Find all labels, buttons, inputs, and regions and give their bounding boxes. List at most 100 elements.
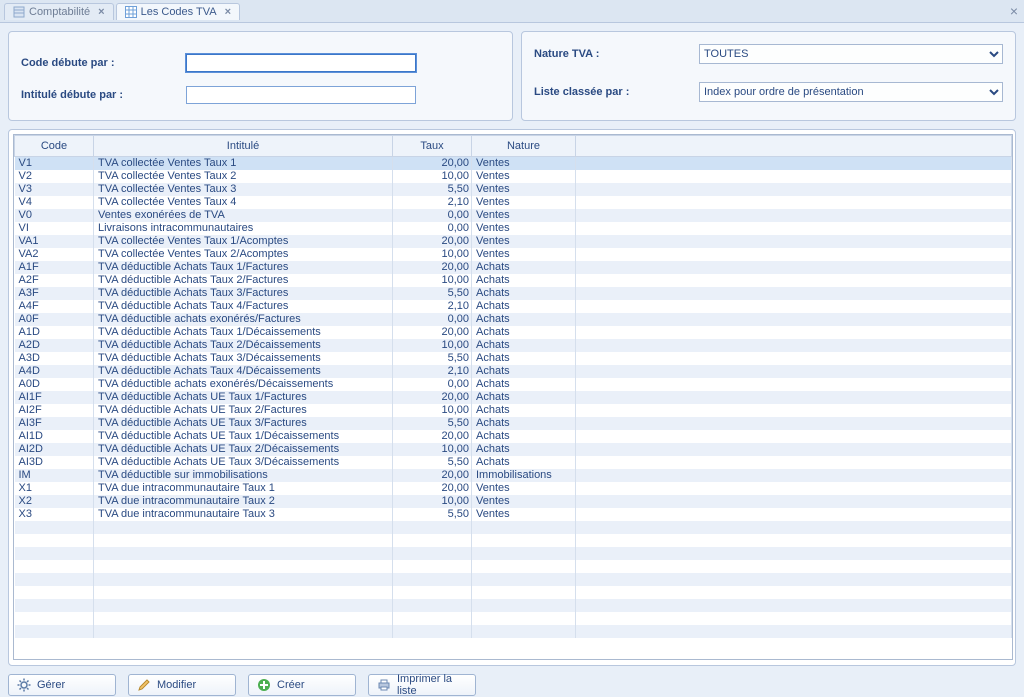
table-row[interactable]: A1FTVA déductible Achats Taux 1/Factures… xyxy=(15,261,1012,274)
cell-code: X3 xyxy=(15,508,94,521)
button-label: Gérer xyxy=(37,679,65,691)
table-row[interactable]: A0DTVA déductible achats exonérés/Décais… xyxy=(15,378,1012,391)
code-debute-input[interactable] xyxy=(186,54,416,72)
cell-spacer xyxy=(576,404,1012,417)
table-row[interactable]: IMTVA déductible sur immobilisations20,0… xyxy=(15,469,1012,482)
cell-nature: Achats xyxy=(472,326,576,339)
field-nature-tva: Nature TVA : TOUTES xyxy=(534,44,1003,64)
table-row[interactable]: A2FTVA déductible Achats Taux 2/Factures… xyxy=(15,274,1012,287)
cell-taux: 5,50 xyxy=(393,456,472,469)
cell-empty xyxy=(94,521,393,534)
table-row[interactable]: A3DTVA déductible Achats Taux 3/Décaisse… xyxy=(15,352,1012,365)
cell-empty xyxy=(576,534,1012,547)
table-row[interactable]: VA2TVA collectée Ventes Taux 2/Acomptes1… xyxy=(15,248,1012,261)
table-row[interactable]: A4DTVA déductible Achats Taux 4/Décaisse… xyxy=(15,365,1012,378)
table-row[interactable]: AI3FTVA déductible Achats UE Taux 3/Fact… xyxy=(15,417,1012,430)
cell-code: AI3F xyxy=(15,417,94,430)
intitule-debute-input[interactable] xyxy=(186,86,416,104)
table-row[interactable]: A4FTVA déductible Achats Taux 4/Factures… xyxy=(15,300,1012,313)
creer-button[interactable]: Créer xyxy=(248,674,356,696)
col-intitule[interactable]: Intitulé xyxy=(94,136,393,157)
cell-empty xyxy=(94,534,393,547)
cell-empty xyxy=(393,521,472,534)
cell-intitule: TVA déductible achats exonérés/Décaissem… xyxy=(94,378,393,391)
table-row[interactable]: A1DTVA déductible Achats Taux 1/Décaisse… xyxy=(15,326,1012,339)
content-area: Code débute par : Intitulé débute par : … xyxy=(0,23,1024,697)
cell-intitule: TVA déductible Achats Taux 2/Factures xyxy=(94,274,393,287)
table-row[interactable]: AI3DTVA déductible Achats UE Taux 3/Déca… xyxy=(15,456,1012,469)
table-row[interactable]: AI1DTVA déductible Achats UE Taux 1/Déca… xyxy=(15,430,1012,443)
window-close-icon[interactable]: × xyxy=(1010,3,1018,19)
col-code[interactable]: Code xyxy=(15,136,94,157)
cell-nature: Achats xyxy=(472,287,576,300)
table-row-empty xyxy=(15,573,1012,586)
cell-code: A1F xyxy=(15,261,94,274)
table-row[interactable]: X3TVA due intracommunautaire Taux 35,50V… xyxy=(15,508,1012,521)
cell-nature: Ventes xyxy=(472,209,576,222)
cell-spacer xyxy=(576,469,1012,482)
cell-nature: Achats xyxy=(472,313,576,326)
gerer-button[interactable]: Gérer xyxy=(8,674,116,696)
table-row[interactable]: A2DTVA déductible Achats Taux 2/Décaisse… xyxy=(15,339,1012,352)
cell-nature: Ventes xyxy=(472,170,576,183)
table-row-empty xyxy=(15,521,1012,534)
tva-grid[interactable]: Code Intitulé Taux Nature V1TVA collecté… xyxy=(13,134,1013,660)
tab-comptabilite[interactable]: Comptabilité × xyxy=(4,3,114,20)
table-row[interactable]: V1TVA collectée Ventes Taux 120,00Ventes xyxy=(15,157,1012,171)
table-row[interactable]: X1TVA due intracommunautaire Taux 120,00… xyxy=(15,482,1012,495)
cell-code: IM xyxy=(15,469,94,482)
tab-codes-tva[interactable]: Les Codes TVA × xyxy=(116,3,240,20)
table-row[interactable]: V4TVA collectée Ventes Taux 42,10Ventes xyxy=(15,196,1012,209)
intitule-debute-label: Intitulé débute par : xyxy=(21,89,186,101)
cell-empty xyxy=(94,560,393,573)
cell-code: A1D xyxy=(15,326,94,339)
close-icon[interactable]: × xyxy=(225,6,231,18)
cell-empty xyxy=(472,573,576,586)
table-row[interactable]: VA1TVA collectée Ventes Taux 1/Acomptes2… xyxy=(15,235,1012,248)
cell-code: A0F xyxy=(15,313,94,326)
cell-empty xyxy=(393,586,472,599)
table-row[interactable]: AI2FTVA déductible Achats UE Taux 2/Fact… xyxy=(15,404,1012,417)
table-row[interactable]: A3FTVA déductible Achats Taux 3/Factures… xyxy=(15,287,1012,300)
cell-spacer xyxy=(576,495,1012,508)
table-row[interactable]: A0FTVA déductible achats exonérés/Factur… xyxy=(15,313,1012,326)
cell-empty xyxy=(393,560,472,573)
cell-intitule: TVA collectée Ventes Taux 2/Acomptes xyxy=(94,248,393,261)
cell-empty xyxy=(393,599,472,612)
close-icon[interactable]: × xyxy=(98,6,104,18)
table-row[interactable]: AI2DTVA déductible Achats UE Taux 2/Déca… xyxy=(15,443,1012,456)
cell-empty xyxy=(94,625,393,638)
modifier-button[interactable]: Modifier xyxy=(128,674,236,696)
cell-taux: 0,00 xyxy=(393,222,472,235)
cell-nature: Ventes xyxy=(472,157,576,171)
cell-nature: Achats xyxy=(472,443,576,456)
table-row[interactable]: V2TVA collectée Ventes Taux 210,00Ventes xyxy=(15,170,1012,183)
tab-label: Les Codes TVA xyxy=(141,6,217,18)
cell-code: V4 xyxy=(15,196,94,209)
col-taux[interactable]: Taux xyxy=(393,136,472,157)
filter-panel-left: Code débute par : Intitulé débute par : xyxy=(8,31,513,121)
cell-nature: Achats xyxy=(472,339,576,352)
cell-code: A0D xyxy=(15,378,94,391)
liste-classee-select[interactable]: Index pour ordre de présentation xyxy=(699,82,1003,102)
table-row-empty xyxy=(15,547,1012,560)
cell-code: A4F xyxy=(15,300,94,313)
table-row[interactable]: X2TVA due intracommunautaire Taux 210,00… xyxy=(15,495,1012,508)
cell-empty xyxy=(576,599,1012,612)
cell-intitule: TVA collectée Ventes Taux 2 xyxy=(94,170,393,183)
cell-intitule: Ventes exonérées de TVA xyxy=(94,209,393,222)
col-nature[interactable]: Nature xyxy=(472,136,576,157)
table-row-empty xyxy=(15,560,1012,573)
tabs-bar: Comptabilité × Les Codes TVA × × xyxy=(0,0,1024,23)
cell-empty xyxy=(576,625,1012,638)
table-row[interactable]: V3TVA collectée Ventes Taux 35,50Ventes xyxy=(15,183,1012,196)
imprimer-button[interactable]: Imprimer la liste xyxy=(368,674,476,696)
cell-code: A3F xyxy=(15,287,94,300)
nature-tva-select[interactable]: TOUTES xyxy=(699,44,1003,64)
table-row[interactable]: V0Ventes exonérées de TVA0,00Ventes xyxy=(15,209,1012,222)
table-row[interactable]: AI1FTVA déductible Achats UE Taux 1/Fact… xyxy=(15,391,1012,404)
table-row[interactable]: VILivraisons intracommunautaires0,00Vent… xyxy=(15,222,1012,235)
cell-intitule: TVA due intracommunautaire Taux 3 xyxy=(94,508,393,521)
cell-intitule: TVA déductible Achats UE Taux 2/Décaisse… xyxy=(94,443,393,456)
cell-empty xyxy=(472,560,576,573)
